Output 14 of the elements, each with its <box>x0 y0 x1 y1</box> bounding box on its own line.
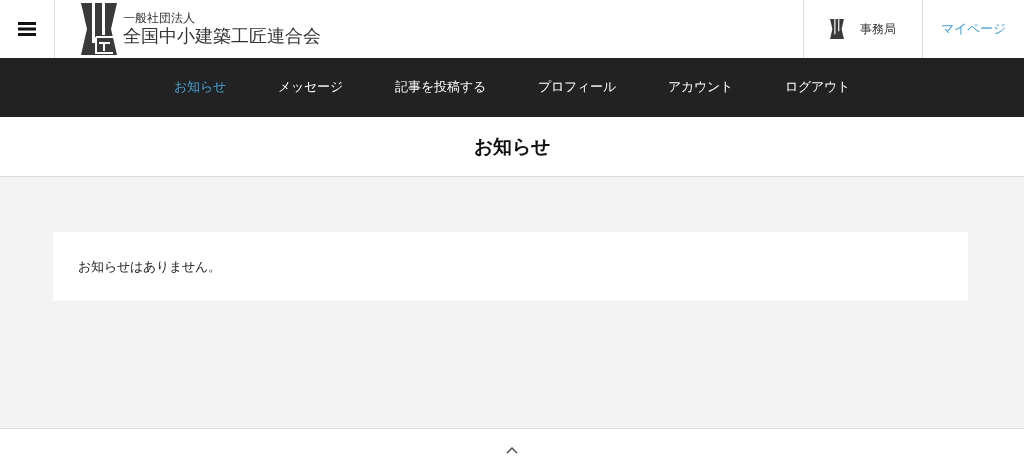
nav-link[interactable]: お知らせ <box>148 79 252 96</box>
nav-link[interactable]: 記事を投稿する <box>369 79 512 96</box>
org-name: 全国中小建築工匠連合会 <box>123 25 321 47</box>
notice-message: お知らせはありません。 <box>78 257 221 276</box>
menu-icon <box>18 22 36 36</box>
nav-link[interactable]: アカウント <box>642 79 759 96</box>
page-title: お知らせ <box>474 133 550 159</box>
nav-link[interactable]: プロフィール <box>512 79 642 96</box>
logo-icon <box>81 3 117 55</box>
nav-link[interactable]: メッセージ <box>252 79 369 96</box>
logo-icon <box>830 19 844 39</box>
caret-icon <box>506 447 518 454</box>
org-type: 一般社団法人 <box>123 11 196 26</box>
nav-link[interactable]: ログアウト <box>759 79 876 96</box>
